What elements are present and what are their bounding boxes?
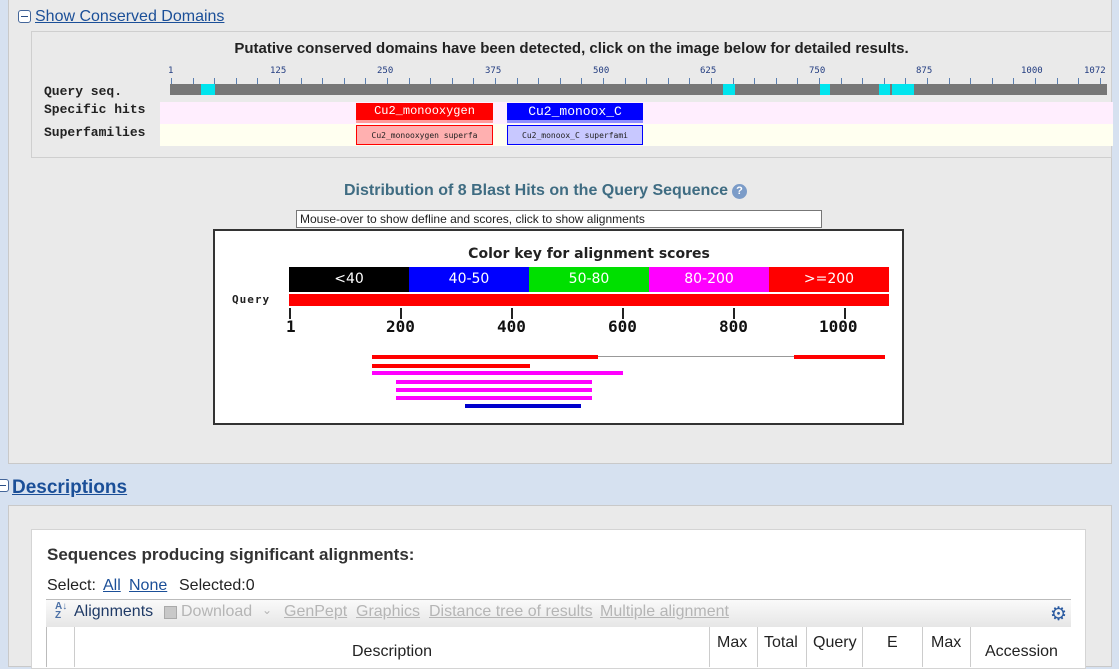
blast-distribution-title: Distribution of 8 Blast Hits on the Quer… xyxy=(344,182,729,199)
question-icon[interactable]: ? xyxy=(732,184,747,199)
query-seq-bar xyxy=(170,84,1107,95)
blast-hit-bar[interactable] xyxy=(372,371,623,375)
multiple-alignment-link[interactable]: Multiple alignment xyxy=(600,603,729,621)
column-header-query-cover[interactable]: Query xyxy=(813,634,857,652)
query-feature xyxy=(879,84,890,95)
ruler-label: 1072 xyxy=(1084,66,1106,76)
conserved-domains-heading: Putative conserved domains have been det… xyxy=(234,40,909,57)
blast-hit-bar[interactable] xyxy=(794,355,885,359)
axis-label: 600 xyxy=(608,317,637,336)
column-divider xyxy=(922,627,923,667)
ruler-label: 875 xyxy=(916,66,933,76)
ruler-label: 750 xyxy=(809,66,826,76)
ruler-label: 1000 xyxy=(1021,66,1043,76)
query-seq-label: Query seq. xyxy=(44,84,123,99)
column-header-max-score[interactable]: Max xyxy=(717,634,747,652)
ruler-label: 375 xyxy=(485,66,502,76)
color-key-segment: <40 xyxy=(289,267,409,292)
defline-box: Mouse-over to show defline and scores, c… xyxy=(296,210,822,228)
distance-tree-link[interactable]: Distance tree of results xyxy=(429,603,593,621)
superfamily-cu2-monooxygen[interactable]: Cu2_monooxygen superfa xyxy=(356,125,493,145)
select-none-link[interactable]: None xyxy=(129,577,167,595)
gear-icon[interactable]: ⚙ xyxy=(1050,603,1067,626)
query-feature xyxy=(201,84,215,95)
blast-hit-bar[interactable] xyxy=(372,364,530,368)
blast-hit-bar[interactable] xyxy=(396,396,592,400)
column-divider xyxy=(709,627,710,667)
sort-icon[interactable]: A↓ Z xyxy=(55,602,67,621)
color-key-title: Color key for alignment scores xyxy=(468,246,710,262)
download-button[interactable]: Download xyxy=(181,603,252,621)
ruler-label: 500 xyxy=(593,66,610,76)
column-header-total-score[interactable]: Total xyxy=(764,634,798,652)
descriptions-link[interactable]: Descriptions xyxy=(12,477,127,499)
descriptions-heading: Sequences producing significant alignmen… xyxy=(47,545,415,564)
query-feature xyxy=(892,84,914,95)
blast-hit-bar[interactable] xyxy=(396,388,592,392)
collapse-icon[interactable] xyxy=(0,479,9,492)
axis-label: 1000 xyxy=(819,317,858,336)
show-conserved-domains-link[interactable]: Show Conserved Domains xyxy=(35,8,224,26)
color-key-segment: >=200 xyxy=(769,267,889,292)
ruler-label: 125 xyxy=(270,66,287,76)
blast-hit-bar[interactable] xyxy=(372,355,598,359)
superfamily-cu2-monoox-c[interactable]: Cu2_monoox_C superfami xyxy=(507,125,643,145)
download-icon xyxy=(164,606,177,619)
ruler-label: 250 xyxy=(377,66,394,76)
selected-count: Selected:0 xyxy=(179,577,255,594)
column-divider xyxy=(757,627,758,667)
alignments-button[interactable]: Alignments xyxy=(74,603,153,621)
hit-connector-line xyxy=(598,356,794,357)
query-bar xyxy=(289,294,889,306)
column-divider xyxy=(862,627,863,667)
axis-label: 200 xyxy=(386,317,415,336)
axis-label: 1 xyxy=(286,317,296,336)
select-all-link[interactable]: All xyxy=(103,577,121,595)
blast-hit-bar[interactable] xyxy=(396,380,592,384)
color-key-segment: 50-80 xyxy=(529,267,649,292)
axis-label: 800 xyxy=(719,317,748,336)
specific-hit-cu2-monooxygen[interactable]: Cu2_monooxygen xyxy=(356,103,493,123)
color-key-segment: 80-200 xyxy=(649,267,769,292)
ruler-label: 625 xyxy=(700,66,717,76)
ruler-label: 1 xyxy=(168,66,174,76)
color-key-segment: 40-50 xyxy=(409,267,529,292)
genpept-link[interactable]: GenPept xyxy=(284,603,347,621)
column-header-description[interactable]: Description xyxy=(352,643,432,661)
column-header-e-value[interactable]: E xyxy=(887,634,898,652)
chevron-down-icon[interactable]: ⌄ xyxy=(262,603,272,617)
column-divider xyxy=(806,627,807,667)
column-header-accession[interactable]: Accession xyxy=(985,643,1058,661)
graphics-link[interactable]: Graphics xyxy=(356,603,420,621)
column-divider xyxy=(74,627,75,667)
query-label: Query xyxy=(232,293,271,306)
query-feature xyxy=(820,84,830,95)
specific-hit-cu2-monoox-c[interactable]: Cu2_monoox_C xyxy=(507,103,643,123)
column-header-max-ident[interactable]: Max xyxy=(931,634,961,652)
select-label: Select: xyxy=(47,577,96,594)
query-feature xyxy=(723,84,735,95)
blast-hit-bar[interactable] xyxy=(465,404,581,408)
axis-label: 400 xyxy=(497,317,526,336)
results-table-header xyxy=(46,627,1072,667)
column-divider xyxy=(970,627,971,667)
collapse-icon[interactable] xyxy=(18,10,31,23)
specific-hits-label: Specific hits xyxy=(44,102,146,117)
superfamilies-label: Superfamilies xyxy=(44,125,146,140)
